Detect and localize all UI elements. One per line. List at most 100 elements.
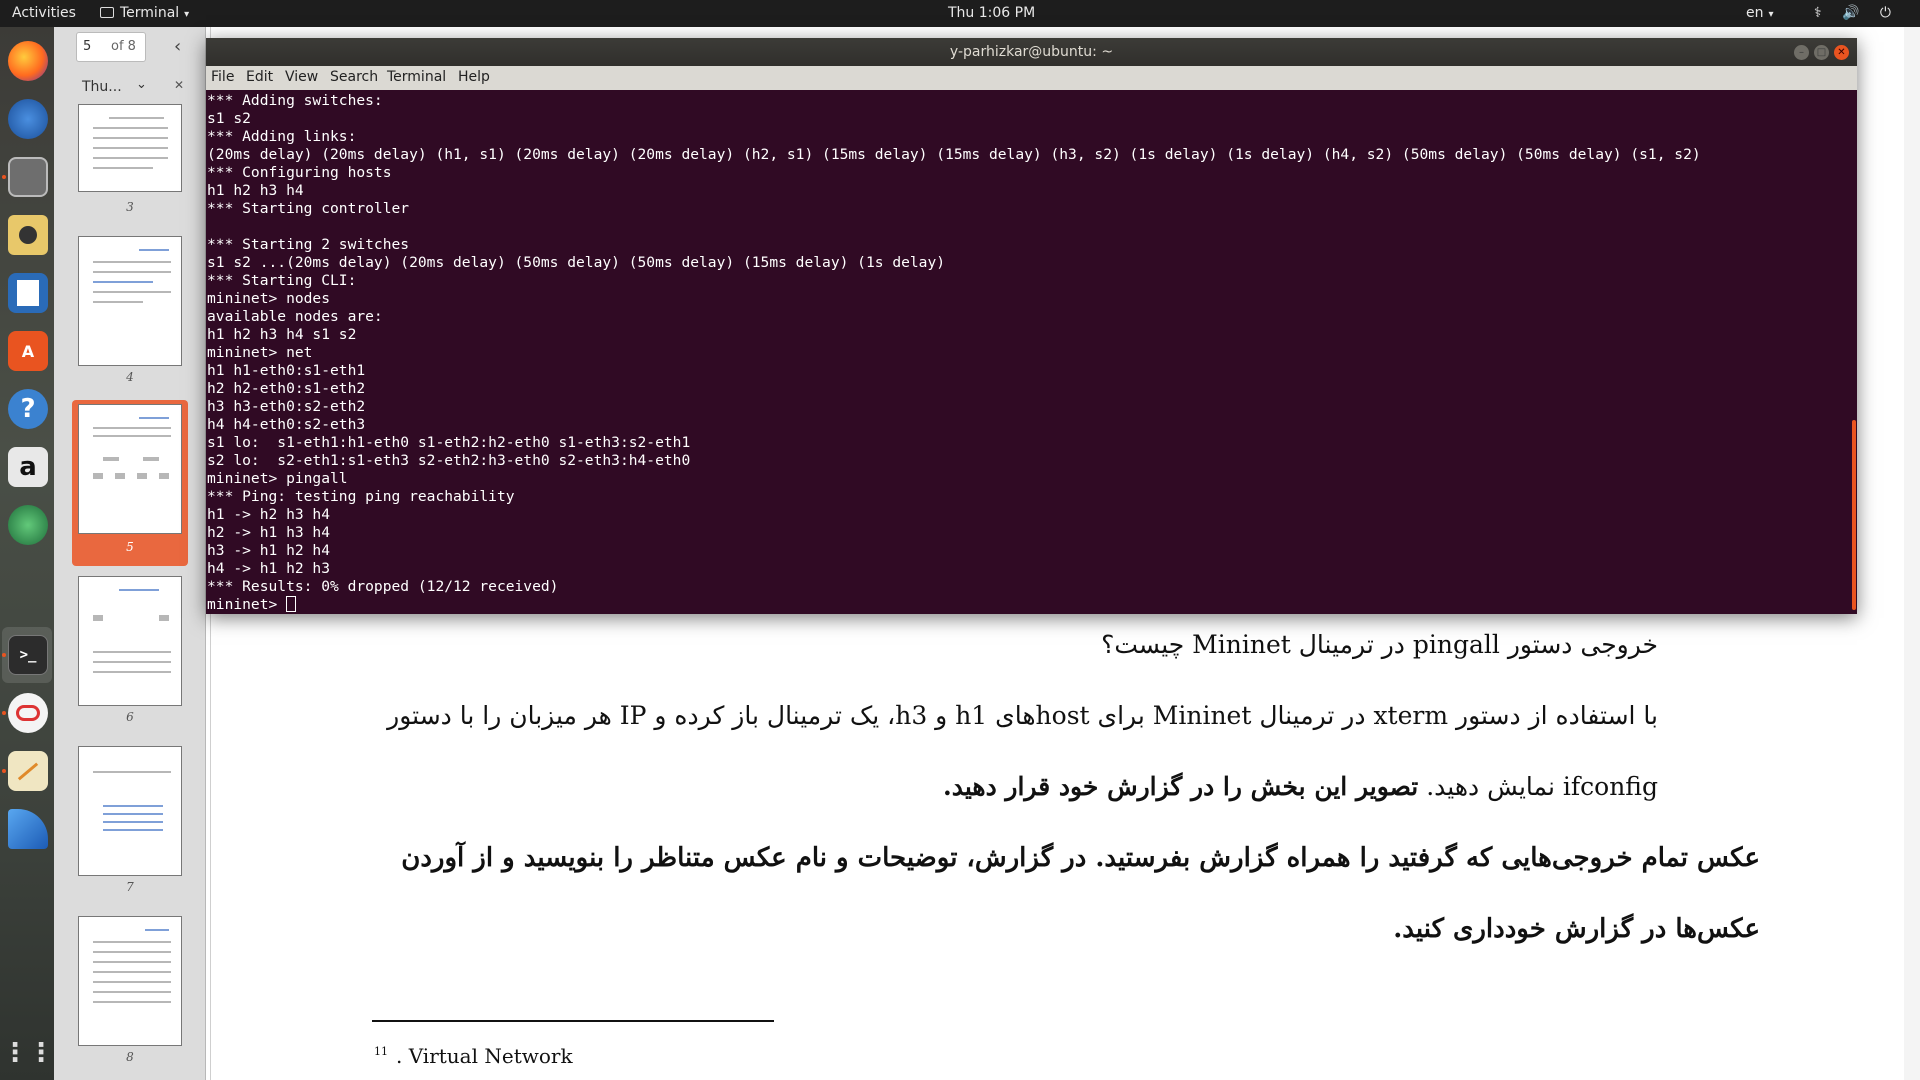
text-editor-icon[interactable] xyxy=(8,751,48,791)
terminal-dock-icon[interactable]: >_ xyxy=(8,635,48,675)
terminal-line: mininet> pingall xyxy=(207,470,348,487)
thumbnail-image xyxy=(78,576,182,706)
rhythmbox-icon[interactable] xyxy=(8,215,48,255)
thunderbird-icon[interactable] xyxy=(8,99,48,139)
amazon-icon[interactable]: a xyxy=(8,447,48,487)
terminal-output[interactable]: *** Adding switches: s1 s2 *** Adding link… xyxy=(206,90,1847,614)
page-thumbnail-selected[interactable]: 5 xyxy=(72,400,188,566)
terminal-line: mininet> net xyxy=(207,344,313,361)
terminal-line: h1 h1-eth0:s1-eth1 xyxy=(207,362,366,379)
activities-button[interactable]: Activities xyxy=(12,0,76,27)
terminal-title: y-parhizkar@ubuntu: ~ xyxy=(949,44,1114,60)
software-center-icon[interactable]: A xyxy=(8,331,48,371)
page-thumbnail[interactable]: 7 xyxy=(72,742,188,908)
terminal-line: h4 h4-eth0:s2-eth3 xyxy=(207,416,366,433)
show-applications-icon[interactable]: ⋮⋮ xyxy=(2,1033,54,1073)
footnote-rule xyxy=(372,1020,774,1022)
instruction-line-1: عکس تمام خروجی‌هایی که گرفتید را همراه گ… xyxy=(401,843,1760,873)
terminal-line: *** Results: 0% dropped (12/12 received) xyxy=(207,578,559,595)
thumbnail-page-number: 8 xyxy=(126,1050,134,1064)
instruction-line-2: عکس‌ها در گزارش خودداری کنید. xyxy=(1393,914,1760,944)
viewer-scrollbar[interactable] xyxy=(1904,27,1920,1080)
language-selector[interactable]: en ▾ xyxy=(1746,0,1774,27)
menu-search[interactable]: Search xyxy=(330,69,378,85)
wireshark-icon[interactable] xyxy=(8,809,48,849)
system-menu[interactable]: ⚕ 🔊 ⏻ xyxy=(1814,0,1899,27)
terminal-menubar: File Edit View Search Terminal Help xyxy=(206,66,1857,90)
terminal-line: h3 h3-eth0:s2-eth2 xyxy=(207,398,366,415)
menu-edit[interactable]: Edit xyxy=(246,69,273,85)
footnote-text: . Virtual Network xyxy=(396,1044,573,1068)
terminal-line: (20ms delay) (20ms delay) (h1, s1) (20ms… xyxy=(207,146,1701,163)
thumbnail-image xyxy=(78,746,182,876)
help-icon[interactable]: ? xyxy=(8,389,48,429)
thumbnail-image xyxy=(78,404,182,534)
running-indicator xyxy=(2,769,6,773)
terminal-line: available nodes are: xyxy=(207,308,383,325)
scrollbar-thumb[interactable] xyxy=(1852,420,1856,610)
writer-icon[interactable] xyxy=(8,273,48,313)
chevron-left-icon[interactable]: ‹ xyxy=(174,36,181,57)
menu-view[interactable]: View xyxy=(285,69,318,85)
language-label: en xyxy=(1746,5,1764,21)
page-count: of 8 xyxy=(111,39,136,54)
terminal-prompt-line[interactable]: mininet> xyxy=(207,596,1701,614)
page-number-input[interactable]: 5 xyxy=(83,39,91,54)
terminal-prompt: mininet> xyxy=(207,596,287,613)
firefox-icon[interactable] xyxy=(8,41,48,81)
terminal-line: s2 lo: s2-eth1:s1-eth3 s2-eth2:h3-eth0 s… xyxy=(207,452,691,469)
terminal-icon xyxy=(100,7,114,18)
terminal-line: h4 -> h1 h2 h3 xyxy=(207,560,331,577)
menu-help[interactable]: Help xyxy=(458,69,490,85)
terminal-line: s1 lo: s1-eth1:h1-eth0 s1-eth2:h2-eth0 s… xyxy=(207,434,691,451)
running-indicator xyxy=(2,175,6,179)
close-icon[interactable]: ✕ xyxy=(174,78,184,92)
clock[interactable]: Thu 1:06 PM xyxy=(948,0,1035,27)
page-thumbnail[interactable]: 8 xyxy=(72,912,188,1078)
thumbnail-image xyxy=(78,104,182,192)
terminal-titlebar[interactable]: y-parhizkar@ubuntu: ~ – □ ✕ xyxy=(206,38,1857,66)
terminal-line: *** Adding links: xyxy=(207,128,357,145)
top-bar: Activities Terminal ▾ Thu 1:06 PM en ▾ ⚕ 🔊… xyxy=(0,0,1920,27)
terminal-line: *** Configuring hosts xyxy=(207,164,392,181)
menu-terminal[interactable]: Terminal xyxy=(387,69,446,85)
app-name: Terminal xyxy=(120,5,180,21)
question-1: خروجی دستور pingall در ترمینال Mininet چ… xyxy=(1101,630,1658,659)
terminal-line: h1 h2 h3 h4 xyxy=(207,182,304,199)
document-viewer-icon[interactable] xyxy=(8,693,48,733)
terminal-window[interactable]: y-parhizkar@ubuntu: ~ – □ ✕ File Edit Vi… xyxy=(206,38,1857,614)
page-thumbnail[interactable]: 4 xyxy=(72,232,188,398)
running-indicator xyxy=(2,653,6,657)
terminal-line: h2 h2-eth0:s1-eth2 xyxy=(207,380,366,397)
chevron-down-icon: ⌄ xyxy=(136,77,147,92)
thumbnail-page-number: 7 xyxy=(126,880,134,894)
terminal-cursor xyxy=(286,596,297,612)
menu-file[interactable]: File xyxy=(211,69,234,85)
thumbnail-image xyxy=(78,236,182,366)
app-menu-button[interactable]: Terminal ▾ xyxy=(100,0,189,27)
minimize-icon[interactable]: – xyxy=(1794,45,1809,60)
maximize-icon[interactable]: □ xyxy=(1814,45,1829,60)
terminal-scrollbar[interactable] xyxy=(1850,90,1857,614)
thumbnail-page-number: 6 xyxy=(126,710,134,724)
running-indicator xyxy=(2,711,6,715)
page-navigator[interactable]: 5 of 8 xyxy=(76,32,146,62)
terminal-line: *** Adding switches: xyxy=(207,92,383,109)
question-2-line-2: ifconfig نمایش دهید. تصویر این بخش را در… xyxy=(943,772,1658,801)
thumbnail-page-number: 3 xyxy=(126,200,134,214)
close-icon[interactable]: ✕ xyxy=(1834,45,1849,60)
terminal-line: h1 -> h2 h3 h4 xyxy=(207,506,331,523)
files-icon[interactable] xyxy=(8,157,48,197)
question-2-bold: تصویر این بخش را در گزارش خود قرار دهید. xyxy=(943,772,1419,801)
terminal-line: s1 s2 ...(20ms delay) (20ms delay) (50ms… xyxy=(207,254,946,271)
thumbnail-page-number: 5 xyxy=(126,540,134,554)
question-2-line-1: با استفاده از دستور xterm در ترمینال Min… xyxy=(387,701,1658,730)
terminal-lines: *** Adding switches: s1 s2 *** Adding link… xyxy=(207,92,1701,614)
footnote: 11 . Virtual Network xyxy=(374,1044,573,1068)
page-thumbnail[interactable]: 6 xyxy=(72,572,188,738)
terminal-line: *** Starting CLI: xyxy=(207,272,357,289)
terminal-line: h2 -> h1 h3 h4 xyxy=(207,524,331,541)
dock: A ? a >_ ⋮⋮ xyxy=(0,27,54,1080)
atom-icon[interactable] xyxy=(8,505,48,545)
